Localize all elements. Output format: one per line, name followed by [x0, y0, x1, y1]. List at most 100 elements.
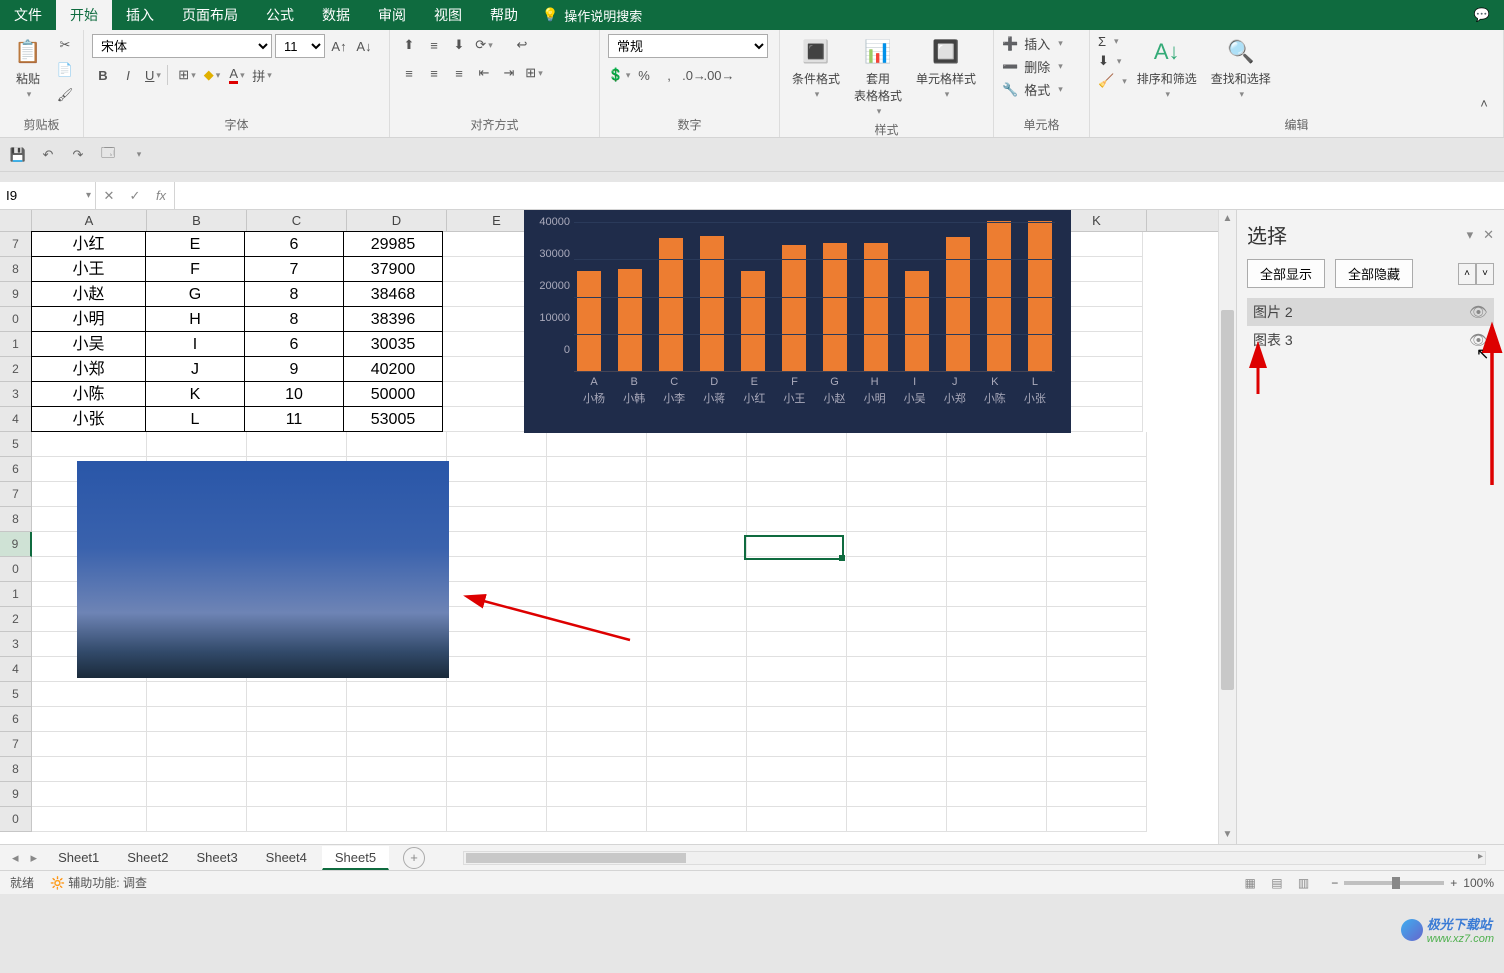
cell[interactable]: [447, 482, 547, 507]
cell[interactable]: [1047, 532, 1147, 557]
tell-me-search[interactable]: 💡 操作说明搜索: [542, 0, 642, 30]
comma-button[interactable]: ,: [658, 64, 680, 86]
row-header[interactable]: 4: [0, 657, 32, 682]
cell[interactable]: [647, 532, 747, 557]
column-header-C[interactable]: C: [247, 210, 347, 231]
cell[interactable]: [747, 632, 847, 657]
cell[interactable]: [1047, 632, 1147, 657]
cell[interactable]: [1047, 782, 1147, 807]
cell[interactable]: 10: [244, 381, 344, 407]
cell[interactable]: [147, 707, 247, 732]
border-button[interactable]: ⊞▾: [176, 64, 198, 86]
cell[interactable]: [947, 632, 1047, 657]
cell[interactable]: [647, 482, 747, 507]
conditional-format-button[interactable]: 🔳条件格式▾: [788, 34, 844, 102]
menu-tab-审阅[interactable]: 审阅: [364, 0, 420, 30]
vertical-scroll-thumb[interactable]: [1221, 310, 1234, 690]
cell[interactable]: [747, 682, 847, 707]
table-format-button[interactable]: 📊套用 表格格式▾: [850, 34, 906, 119]
sheet-tab-Sheet4[interactable]: Sheet4: [253, 846, 320, 870]
cell[interactable]: [747, 582, 847, 607]
cell[interactable]: 小红: [31, 231, 146, 257]
cell[interactable]: [1047, 582, 1147, 607]
cell[interactable]: [647, 457, 747, 482]
cell[interactable]: [1047, 657, 1147, 682]
row-header[interactable]: 0: [0, 557, 32, 582]
cell[interactable]: [447, 632, 547, 657]
cell[interactable]: H: [145, 306, 245, 332]
name-box[interactable]: ▾: [0, 182, 96, 209]
cell[interactable]: 8: [244, 281, 344, 307]
save-button[interactable]: 💾: [6, 143, 30, 167]
cell[interactable]: [947, 782, 1047, 807]
page-layout-view-button[interactable]: ▤: [1265, 876, 1288, 890]
row-header[interactable]: 9: [0, 282, 32, 307]
menu-tab-数据[interactable]: 数据: [308, 0, 364, 30]
cell[interactable]: 38396: [343, 306, 443, 332]
format-cells-button[interactable]: 🔧格式▾: [1002, 80, 1063, 99]
cell[interactable]: [847, 757, 947, 782]
cell[interactable]: [447, 532, 547, 557]
decrease-decimal-button[interactable]: .00→: [708, 64, 730, 86]
cell[interactable]: [647, 557, 747, 582]
vertical-scrollbar[interactable]: ▲ ▼: [1218, 210, 1236, 844]
cell[interactable]: 小赵: [31, 281, 146, 307]
cell[interactable]: [647, 707, 747, 732]
chart-bar[interactable]: [946, 237, 970, 371]
cell[interactable]: [747, 532, 847, 557]
select-all-corner[interactable]: [0, 210, 32, 231]
cell[interactable]: L: [145, 406, 245, 432]
formula-input[interactable]: [175, 182, 1504, 209]
format-painter-button[interactable]: 🖌: [54, 84, 76, 106]
cell[interactable]: [1047, 707, 1147, 732]
name-box-input[interactable]: [6, 188, 66, 203]
chevron-down-icon[interactable]: ▾: [86, 190, 91, 201]
copy-button[interactable]: 📄: [54, 59, 76, 81]
cell[interactable]: [1047, 807, 1147, 832]
cell[interactable]: I: [145, 331, 245, 357]
cell[interactable]: [247, 707, 347, 732]
sort-filter-button[interactable]: A↓排序和筛选▾: [1133, 34, 1201, 102]
cell[interactable]: 小王: [31, 256, 146, 282]
scroll-up-button[interactable]: ▲: [1219, 210, 1236, 228]
enter-formula-button[interactable]: ✓: [122, 188, 148, 204]
cell[interactable]: [747, 782, 847, 807]
row-header[interactable]: 8: [0, 757, 32, 782]
cell[interactable]: [547, 782, 647, 807]
clear-button[interactable]: 🧹▾: [1098, 73, 1127, 89]
move-up-button[interactable]: ˄: [1458, 263, 1476, 285]
cell[interactable]: [347, 682, 447, 707]
merge-button[interactable]: ⊞▾: [523, 62, 545, 84]
cell[interactable]: [447, 557, 547, 582]
row-header[interactable]: 4: [0, 407, 32, 432]
cell[interactable]: F: [145, 256, 245, 282]
orientation-button[interactable]: ⟳▾: [473, 34, 495, 56]
cell[interactable]: E: [145, 231, 245, 257]
increase-font-button[interactable]: A↑: [328, 35, 350, 57]
menu-tab-文件[interactable]: 文件: [0, 0, 56, 30]
column-header-A[interactable]: A: [32, 210, 147, 231]
cell[interactable]: 6: [244, 231, 344, 257]
sheet-tab-Sheet3[interactable]: Sheet3: [183, 846, 250, 870]
chart-bar[interactable]: [659, 238, 683, 371]
cell[interactable]: [647, 582, 747, 607]
cell[interactable]: [32, 782, 147, 807]
cell[interactable]: [847, 432, 947, 457]
cell[interactable]: [1047, 557, 1147, 582]
row-header[interactable]: 7: [0, 232, 32, 257]
number-format-select[interactable]: 常规: [608, 34, 768, 58]
cell-style-button[interactable]: 🔲单元格样式▾: [912, 34, 980, 102]
cell[interactable]: [747, 757, 847, 782]
cell[interactable]: G: [145, 281, 245, 307]
row-header[interactable]: 8: [0, 257, 32, 282]
increase-indent-button[interactable]: ⇥: [498, 62, 520, 84]
cell[interactable]: 9: [244, 356, 344, 382]
cell[interactable]: [847, 707, 947, 732]
menu-tab-公式[interactable]: 公式: [252, 0, 308, 30]
cell[interactable]: [447, 582, 547, 607]
cell[interactable]: [1047, 607, 1147, 632]
cell[interactable]: [1047, 682, 1147, 707]
cell[interactable]: [947, 732, 1047, 757]
chart-object[interactable]: 400003000020000100000 ABCDEFGHIJKL 小杨小韩小…: [524, 210, 1071, 433]
increase-decimal-button[interactable]: .0→: [683, 64, 705, 86]
